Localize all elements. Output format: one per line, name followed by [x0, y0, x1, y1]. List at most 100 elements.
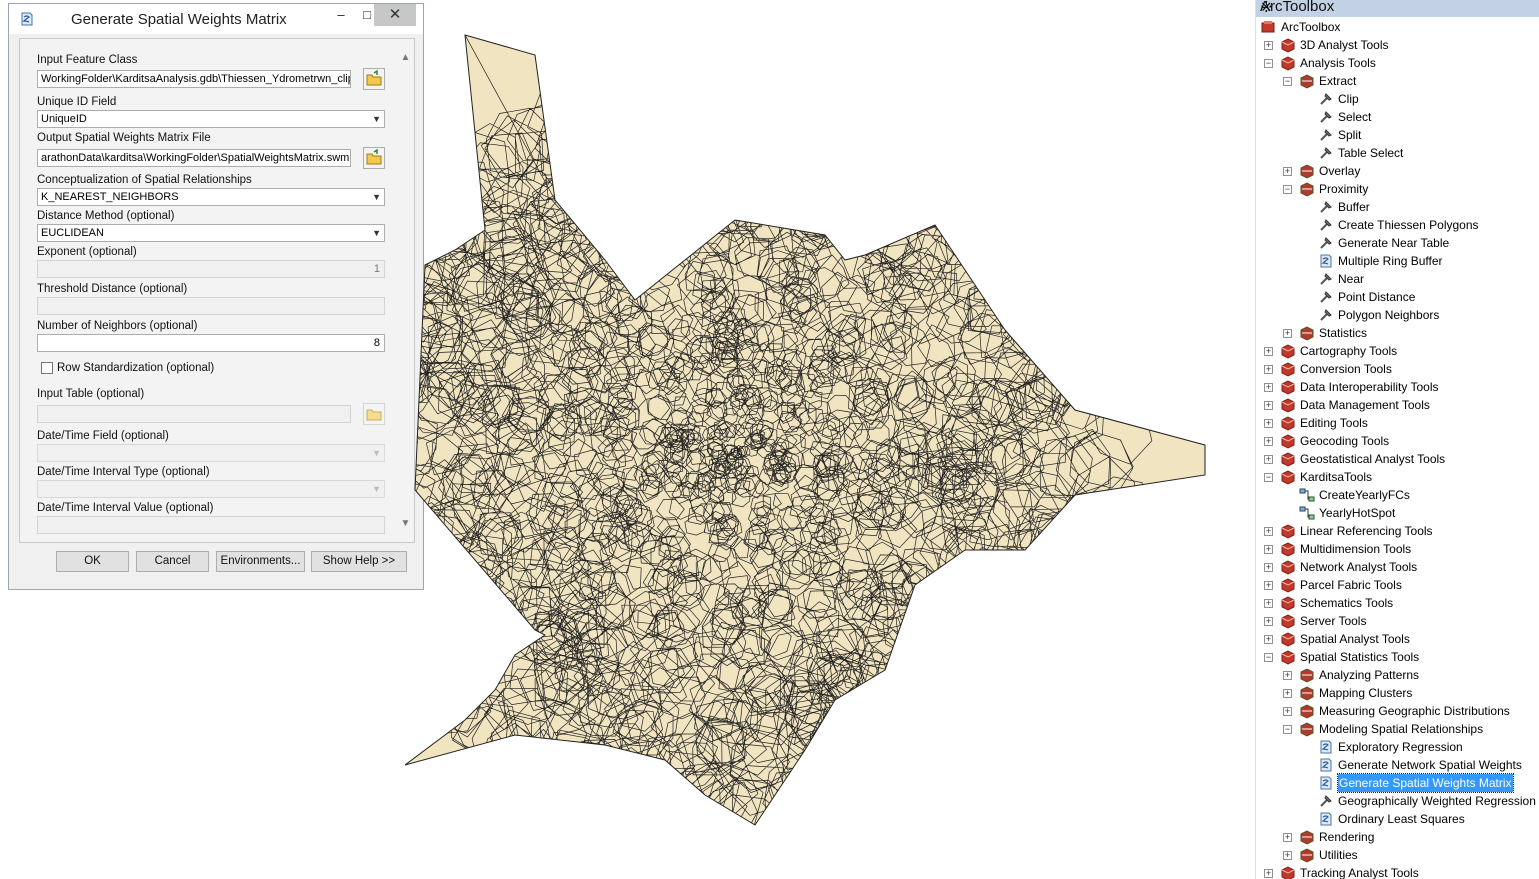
tree-item-split[interactable]: Split — [1256, 126, 1539, 144]
environments-button[interactable]: Environments... — [216, 551, 305, 572]
expand-icon[interactable]: + — [1283, 851, 1292, 860]
expand-icon[interactable]: + — [1264, 545, 1273, 554]
browse-input-button[interactable] — [363, 68, 385, 90]
tree-item-karditsatools[interactable]: − KarditsaTools — [1256, 468, 1539, 486]
tree-item-analysis-tools[interactable]: − Analysis Tools — [1256, 54, 1539, 72]
collapse-icon[interactable]: − — [1264, 59, 1273, 68]
tree-item-exploratory-regression[interactable]: Exploratory Regression — [1256, 738, 1539, 756]
tree-item-measuring-geographic-distributions[interactable]: + Measuring Geographic Distributions — [1256, 702, 1539, 720]
exponent-field[interactable]: 1 — [37, 260, 385, 278]
browse-table-button[interactable] — [363, 403, 385, 425]
tree-item-data-management-tools[interactable]: + Data Management Tools — [1256, 396, 1539, 414]
panel-divider[interactable] — [1232, 0, 1255, 879]
tree-item-mapping-clusters[interactable]: + Mapping Clusters — [1256, 684, 1539, 702]
expand-icon[interactable]: + — [1264, 383, 1273, 392]
tree-item-clip[interactable]: Clip — [1256, 90, 1539, 108]
expand-icon[interactable]: + — [1264, 455, 1273, 464]
tree-item-select[interactable]: Select — [1256, 108, 1539, 126]
collapse-icon[interactable]: − — [1264, 473, 1273, 482]
tree-item-utilities[interactable]: + Utilities — [1256, 846, 1539, 864]
tree-item-network-analyst-tools[interactable]: + Network Analyst Tools — [1256, 558, 1539, 576]
expand-icon[interactable]: + — [1264, 437, 1273, 446]
tree-item-buffer[interactable]: Buffer — [1256, 198, 1539, 216]
tree-item-near[interactable]: Near — [1256, 270, 1539, 288]
expand-icon[interactable]: + — [1264, 365, 1273, 374]
tree-item-table-select[interactable]: Table Select — [1256, 144, 1539, 162]
collapse-icon[interactable]: − — [1283, 725, 1292, 734]
output-file-field[interactable]: arathonData\karditsa\WorkingFolder\Spati… — [37, 149, 351, 167]
expand-icon[interactable]: + — [1264, 347, 1273, 356]
ok-button[interactable]: OK — [56, 551, 129, 572]
tree-item-geostatistical-analyst-tools[interactable]: + Geostatistical Analyst Tools — [1256, 450, 1539, 468]
tree-item-modeling-spatial-relationships[interactable]: − Modeling Spatial Relationships — [1256, 720, 1539, 738]
tree-item-geocoding-tools[interactable]: + Geocoding Tools — [1256, 432, 1539, 450]
expand-icon[interactable]: + — [1283, 833, 1292, 842]
tree-item-generate-spatial-weights-matrix[interactable]: Generate Spatial Weights Matrix — [1256, 773, 1539, 793]
collapse-icon[interactable]: − — [1283, 77, 1292, 86]
expand-icon[interactable]: + — [1264, 419, 1273, 428]
conceptualization-select[interactable]: K_NEAREST_NEIGHBORS ▼ — [37, 188, 385, 206]
expand-icon[interactable]: + — [1264, 617, 1273, 626]
tree-item-geographically-weighted-regression[interactable]: Geographically Weighted Regression — [1256, 792, 1539, 810]
input-feature-class-field[interactable]: WorkingFolder\KarditsaAnalysis.gdb\Thies… — [37, 70, 351, 88]
browse-output-button[interactable] — [363, 147, 385, 169]
tree-item-tracking-analyst-tools[interactable]: + Tracking Analyst Tools — [1256, 864, 1539, 879]
tree-item-overlay[interactable]: + Overlay — [1256, 162, 1539, 180]
tree-item-editing-tools[interactable]: + Editing Tools — [1256, 414, 1539, 432]
expand-icon[interactable]: + — [1283, 689, 1292, 698]
tree-item-spatial-statistics-tools[interactable]: − Spatial Statistics Tools — [1256, 648, 1539, 666]
tree-item-data-interoperability-tools[interactable]: + Data Interoperability Tools — [1256, 378, 1539, 396]
show-help-button[interactable]: Show Help >> — [311, 551, 407, 572]
tree-item-server-tools[interactable]: + Server Tools — [1256, 612, 1539, 630]
tree-item-point-distance[interactable]: Point Distance — [1256, 288, 1539, 306]
collapse-icon[interactable]: − — [1283, 185, 1292, 194]
tree-item-linear-referencing-tools[interactable]: + Linear Referencing Tools — [1256, 522, 1539, 540]
expand-icon[interactable]: + — [1283, 707, 1292, 716]
map-view[interactable] — [405, 30, 1215, 835]
tree-item-multiple-ring-buffer[interactable]: Multiple Ring Buffer — [1256, 252, 1539, 270]
tree-item-proximity[interactable]: − Proximity — [1256, 180, 1539, 198]
tree-item-polygon-neighbors[interactable]: Polygon Neighbors — [1256, 306, 1539, 324]
tree-item-multidimension-tools[interactable]: + Multidimension Tools — [1256, 540, 1539, 558]
threshold-field[interactable] — [37, 297, 385, 315]
pin-icon[interactable]: ※ — [1260, 0, 1538, 16]
tree-item-yearlyhotspot[interactable]: YearlyHotSpot — [1256, 504, 1539, 522]
tree-item-generate-near-table[interactable]: Generate Near Table — [1256, 234, 1539, 252]
tree-item-analyzing-patterns[interactable]: + Analyzing Patterns — [1256, 666, 1539, 684]
tree-item-schematics-tools[interactable]: + Schematics Tools — [1256, 594, 1539, 612]
neighbors-field[interactable]: 8 — [37, 334, 385, 352]
tree-item-3d-analyst-tools[interactable]: +3D Analyst Tools — [1256, 36, 1539, 54]
tree-item-rendering[interactable]: + Rendering — [1256, 828, 1539, 846]
input-table-field[interactable] — [37, 405, 351, 423]
expand-icon[interactable]: + — [1264, 563, 1273, 572]
tree-item-cartography-tools[interactable]: + Cartography Tools — [1256, 342, 1539, 360]
distance-method-select[interactable]: EUCLIDEAN ▼ — [37, 224, 385, 242]
datetime-type-select[interactable]: ▼ — [37, 480, 385, 498]
tree-item-createyearlyfcs[interactable]: CreateYearlyFCs — [1256, 486, 1539, 504]
tree-item-generate-network-spatial-weights[interactable]: Generate Network Spatial Weights — [1256, 756, 1539, 774]
expand-icon[interactable]: + — [1283, 671, 1292, 680]
arctoolbox-header[interactable]: ArcToolbox ※ — [1256, 0, 1539, 17]
tree-item-extract[interactable]: − Extract — [1256, 72, 1539, 90]
expand-icon[interactable]: + — [1264, 401, 1273, 410]
tree-item-ordinary-least-squares[interactable]: Ordinary Least Squares — [1256, 810, 1539, 828]
unique-id-select[interactable]: UniqueID ▼ — [37, 110, 385, 128]
tree-item-parcel-fabric-tools[interactable]: + Parcel Fabric Tools — [1256, 576, 1539, 594]
tree-item-conversion-tools[interactable]: + Conversion Tools — [1256, 360, 1539, 378]
minimize-icon[interactable]: – — [328, 4, 354, 26]
tree-item-statistics[interactable]: + Statistics — [1256, 324, 1539, 342]
collapse-icon[interactable]: − — [1264, 653, 1273, 662]
tree-item-arctoolbox[interactable]: ArcToolbox — [1256, 18, 1539, 36]
close-icon[interactable]: ✕ — [374, 4, 416, 26]
expand-icon[interactable]: + — [1283, 329, 1292, 338]
tree-item-spatial-analyst-tools[interactable]: + Spatial Analyst Tools — [1256, 630, 1539, 648]
datetime-field-select[interactable]: ▼ — [37, 444, 385, 462]
cancel-button[interactable]: Cancel — [136, 551, 209, 572]
expand-icon[interactable]: + — [1264, 599, 1273, 608]
tree-item-create-thiessen-polygons[interactable]: Create Thiessen Polygons — [1256, 216, 1539, 234]
expand-icon[interactable]: + — [1264, 869, 1273, 878]
expand-icon[interactable]: + — [1264, 41, 1273, 50]
dialog-titlebar[interactable]: Generate Spatial Weights Matrix – □ ✕ — [9, 4, 423, 34]
expand-icon[interactable]: + — [1264, 581, 1273, 590]
expand-icon[interactable]: + — [1264, 635, 1273, 644]
